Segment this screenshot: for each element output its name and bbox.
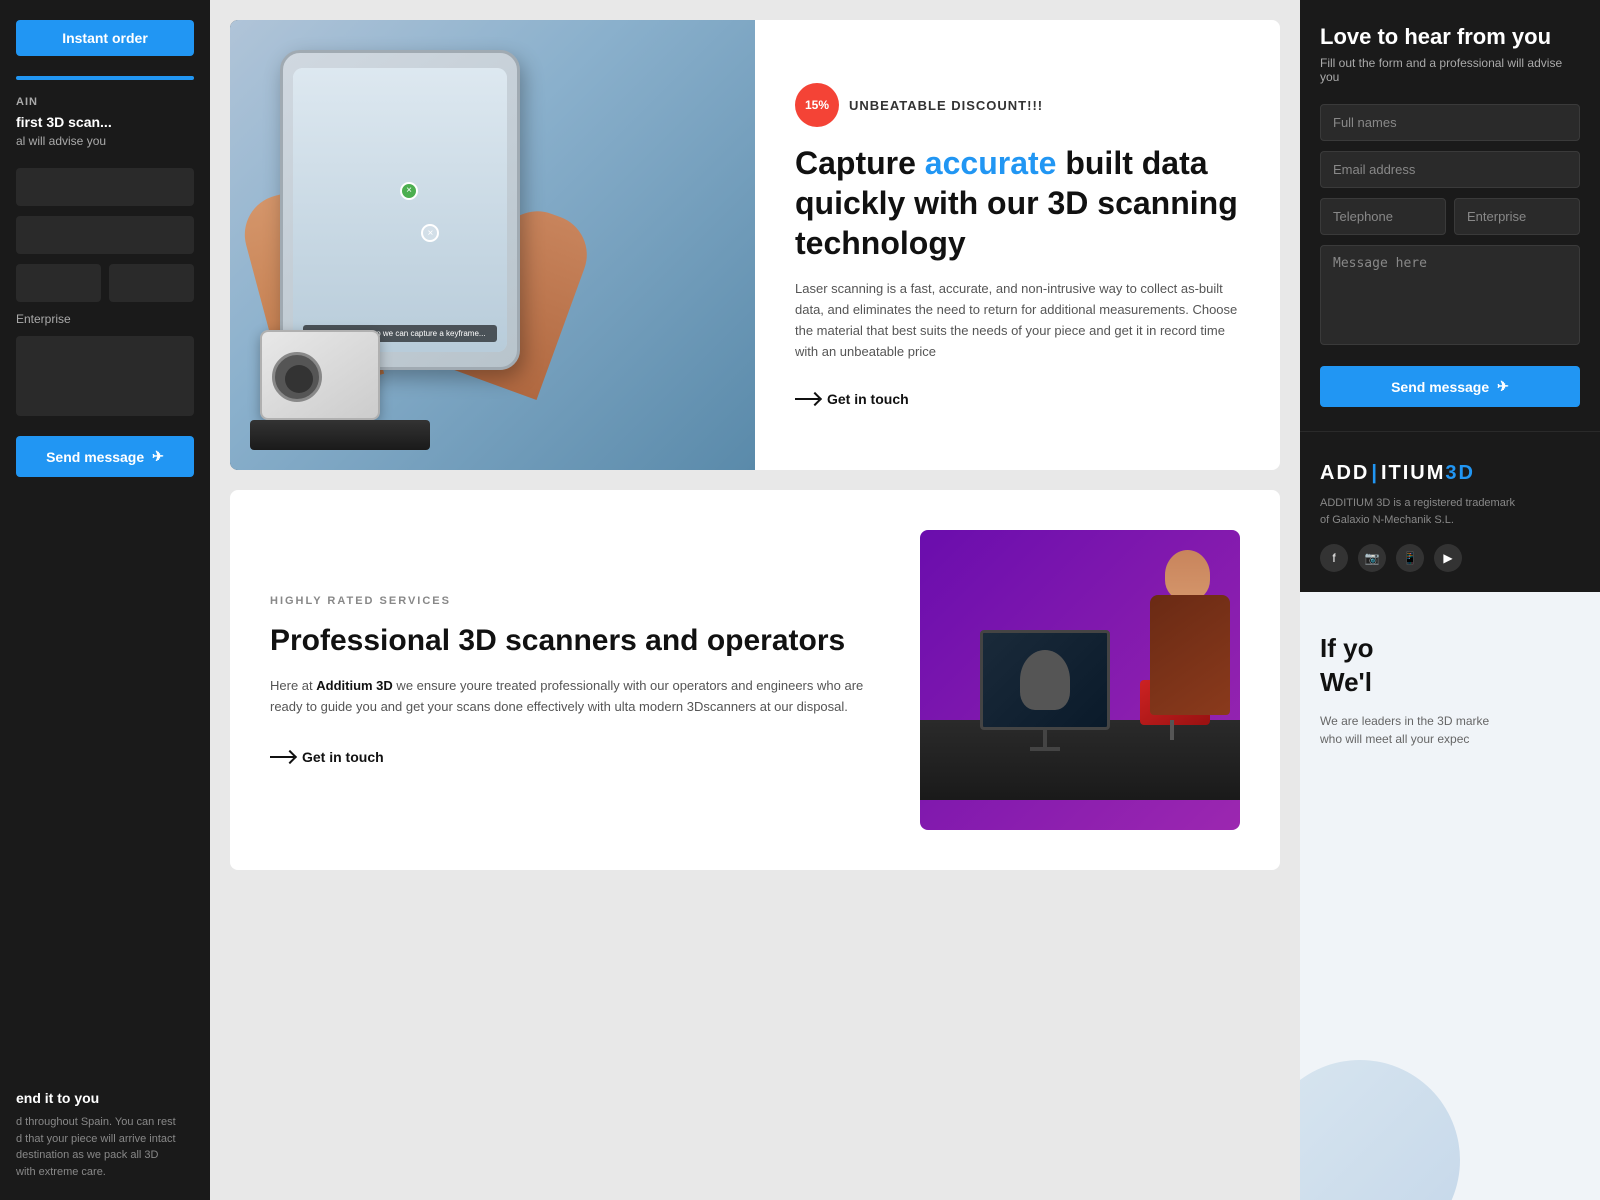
services-text: HIGHLY RATED SERVICES Professional 3D sc… bbox=[270, 595, 880, 766]
monitor-screen bbox=[983, 633, 1107, 727]
sidebar-textarea[interactable] bbox=[16, 336, 194, 416]
sidebar-bottom: end it to you d throughout Spain. You ca… bbox=[16, 1070, 194, 1180]
right-form-title: Love to hear from you bbox=[1320, 24, 1580, 50]
services-arrow-icon bbox=[270, 756, 294, 758]
right-cta-text: We are leaders in the 3D markewho will m… bbox=[1320, 712, 1580, 748]
send-label: Send message bbox=[46, 449, 144, 465]
hero-image: Please hold still so we can capture a ke… bbox=[230, 20, 755, 470]
right-brand-section: ADD|ITIUM3D ADDITIUM 3D is a registered … bbox=[1300, 431, 1600, 592]
youtube-icon[interactable]: ▶ bbox=[1434, 544, 1462, 572]
monitor bbox=[980, 630, 1110, 730]
send-message-icon: ✈ bbox=[1497, 378, 1509, 395]
send-message-button[interactable]: Send message ✈ bbox=[1320, 366, 1580, 407]
scan-dot-green bbox=[400, 182, 418, 200]
cta-circle-decoration bbox=[1300, 1060, 1460, 1200]
discount-label: UNBEATABLE DISCOUNT!!! bbox=[849, 98, 1043, 113]
sidebar-label: AIN bbox=[16, 96, 194, 108]
facebook-icon[interactable]: f bbox=[1320, 544, 1348, 572]
scanner-visual bbox=[250, 290, 450, 450]
telephone-input[interactable] bbox=[1320, 198, 1446, 235]
hero-text-section: 15% UNBEATABLE DISCOUNT!!! Capture accur… bbox=[755, 20, 1280, 470]
send-message-label: Send message bbox=[1391, 379, 1489, 395]
sidebar-input-half-1[interactable] bbox=[16, 264, 101, 302]
discount-badge: 15% UNBEATABLE DISCOUNT!!! bbox=[795, 83, 1240, 127]
person-body bbox=[1150, 595, 1230, 715]
scanner-lens bbox=[272, 352, 322, 402]
monitor-base bbox=[1030, 747, 1060, 751]
hero-description: Laser scanning is a fast, accurate, and … bbox=[795, 279, 1240, 362]
hero-card: Please hold still so we can capture a ke… bbox=[230, 20, 1280, 470]
right-cta-title: If yoWe'l bbox=[1320, 632, 1580, 700]
sidebar-enterprise-label: Enterprise bbox=[16, 312, 194, 326]
whatsapp-icon[interactable]: 📱 bbox=[1396, 544, 1424, 572]
sidebar-bottom-text: d throughout Spain. You can rest d that … bbox=[16, 1114, 194, 1180]
services-cta-label: Get in touch bbox=[302, 749, 384, 765]
person-silhouette bbox=[1120, 550, 1240, 750]
sidebar-bottom-title: end it to you bbox=[16, 1090, 194, 1106]
person-head bbox=[1165, 550, 1210, 600]
message-textarea[interactable] bbox=[1320, 245, 1580, 345]
hero-cta-link[interactable]: Get in touch bbox=[795, 391, 1240, 407]
discount-circle: 15% bbox=[795, 83, 839, 127]
right-form-subtitle: Fill out the form and a professional wil… bbox=[1320, 56, 1580, 84]
hero-cta-label: Get in touch bbox=[827, 391, 909, 407]
right-form-section: Love to hear from you Fill out the form … bbox=[1300, 0, 1600, 431]
sidebar-send-button[interactable]: Send message ✈ bbox=[16, 436, 194, 477]
sidebar-input-1[interactable] bbox=[16, 168, 194, 206]
scan-dot-cross bbox=[421, 224, 439, 242]
hero-image-section: Please hold still so we can capture a ke… bbox=[230, 20, 755, 470]
full-names-input[interactable] bbox=[1320, 104, 1580, 141]
instant-order-button[interactable]: Instant order bbox=[16, 20, 194, 56]
form-row-telephone-enterprise bbox=[1320, 198, 1580, 235]
email-input[interactable] bbox=[1320, 151, 1580, 188]
hero-heading-highlight: accurate bbox=[925, 145, 1057, 181]
monitor-stand bbox=[1043, 727, 1047, 747]
sidebar-input-half-2[interactable] bbox=[109, 264, 194, 302]
services-description: Here at Additium 3D we ensure youre trea… bbox=[270, 676, 880, 718]
3d-object bbox=[1020, 650, 1070, 710]
services-card: HIGHLY RATED SERVICES Professional 3D sc… bbox=[230, 490, 1280, 870]
scanner-base bbox=[250, 420, 430, 450]
hero-heading-part1: Capture bbox=[795, 145, 925, 181]
services-brand: Additium 3D bbox=[316, 678, 393, 693]
brand-logo: ADD|ITIUM3D bbox=[1320, 462, 1580, 485]
social-icons: f 📷 📱 ▶ bbox=[1320, 544, 1580, 572]
services-desc-pre: Here at bbox=[270, 678, 316, 693]
right-panel: Love to hear from you Fill out the form … bbox=[1300, 0, 1600, 1200]
sidebar-title: first 3D scan... bbox=[16, 114, 194, 130]
brand-description: ADDITIUM 3D is a registered trademarkof … bbox=[1320, 495, 1580, 528]
hero-heading: Capture accurate built data quickly with… bbox=[795, 143, 1240, 263]
sidebar-input-row bbox=[16, 264, 194, 302]
enterprise-input[interactable] bbox=[1454, 198, 1580, 235]
sidebar-input-2[interactable] bbox=[16, 216, 194, 254]
services-img-content bbox=[920, 530, 1240, 830]
progress-bar bbox=[16, 76, 194, 80]
left-sidebar: Instant order AIN first 3D scan... al wi… bbox=[0, 0, 210, 1200]
arrow-right-icon bbox=[795, 398, 819, 400]
services-tag: HIGHLY RATED SERVICES bbox=[270, 595, 880, 607]
right-cta-section: If yoWe'l We are leaders in the 3D marke… bbox=[1300, 592, 1600, 1200]
scanner-body bbox=[260, 330, 380, 420]
main-content: Please hold still so we can capture a ke… bbox=[210, 0, 1300, 1200]
services-cta-link[interactable]: Get in touch bbox=[270, 749, 384, 765]
send-arrow-icon: ✈ bbox=[152, 448, 164, 465]
sidebar-subtitle: al will advise you bbox=[16, 134, 194, 148]
services-heading: Professional 3D scanners and operators bbox=[270, 621, 880, 660]
services-image bbox=[920, 530, 1240, 830]
instagram-icon[interactable]: 📷 bbox=[1358, 544, 1386, 572]
